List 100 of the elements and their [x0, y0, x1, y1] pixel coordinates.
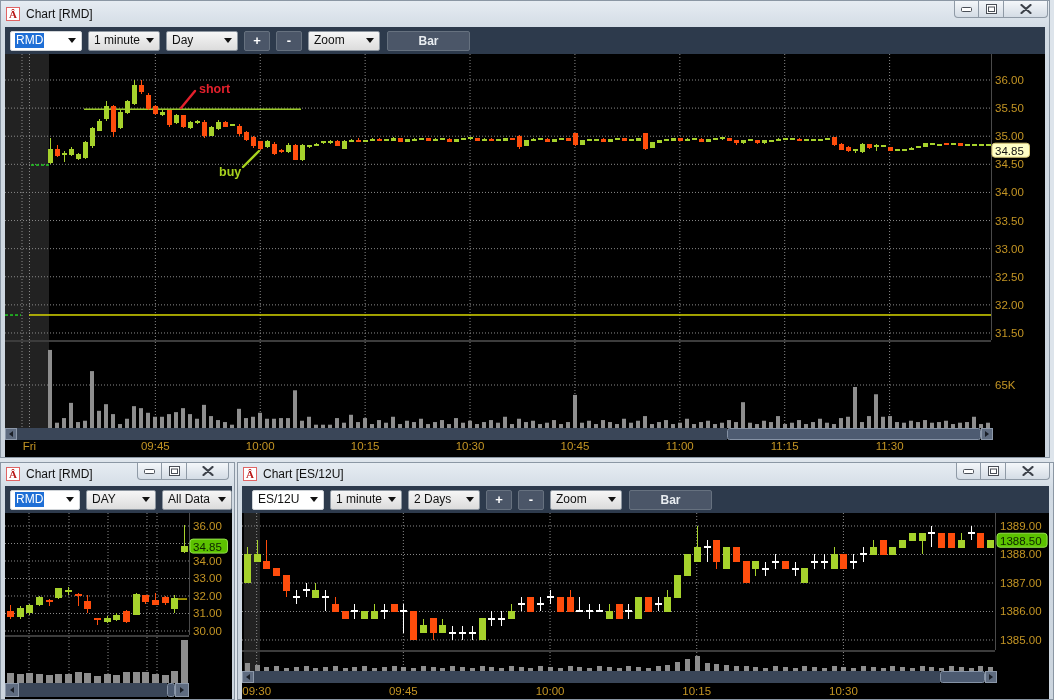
bar	[608, 422, 612, 428]
candle	[65, 587, 72, 595]
bar	[167, 414, 171, 428]
scroll-right-button[interactable]	[175, 683, 189, 697]
bar	[69, 402, 73, 428]
bar	[496, 422, 500, 428]
toolbar-button[interactable]: +	[244, 30, 270, 51]
price-axis-label: 32.00	[193, 590, 222, 602]
dropdown[interactable]: Zoom	[550, 489, 622, 510]
dropdown[interactable]: DAY	[86, 489, 156, 510]
maximize-button[interactable]	[162, 463, 187, 480]
bar	[279, 418, 283, 428]
maximize-icon	[987, 466, 999, 476]
scrollbar-thumb[interactable]	[167, 683, 175, 697]
symbol-field[interactable]: RMD	[10, 489, 80, 510]
bar	[454, 418, 458, 428]
bar	[524, 422, 528, 428]
bar	[139, 408, 143, 428]
annotation-label: buy	[219, 165, 242, 179]
bar	[398, 424, 402, 428]
time-axis-label: 10:45	[560, 440, 590, 452]
scroll-right-button[interactable]	[981, 428, 993, 440]
bar	[97, 410, 101, 428]
bar	[181, 408, 185, 428]
window-title: Chart [RMD]	[26, 467, 93, 481]
close-button[interactable]	[1004, 1, 1048, 18]
dropdown[interactable]: 2 Days	[408, 489, 480, 510]
bar	[713, 424, 717, 428]
scroll-right-button[interactable]	[985, 671, 997, 683]
price-axis-label: 32.50	[995, 270, 1024, 283]
minimize-icon	[144, 468, 155, 474]
close-button[interactable]	[187, 463, 229, 480]
minimize-button[interactable]	[954, 1, 979, 18]
bar	[349, 414, 353, 428]
bar	[797, 420, 801, 428]
bar	[531, 420, 535, 428]
time-axis-label: 11:15	[770, 440, 799, 452]
chart-style-button[interactable]: Bar	[387, 30, 470, 51]
left-arrow-icon	[10, 687, 14, 693]
time-axis-label: 09:45	[140, 440, 170, 452]
symbol-field[interactable]: ES/12U	[252, 489, 324, 510]
bar	[237, 408, 241, 428]
scroll-left-button[interactable]	[242, 671, 254, 683]
candle	[7, 605, 14, 619]
bar	[76, 422, 80, 428]
bar	[335, 418, 339, 428]
bar	[867, 416, 871, 428]
toolbar-button[interactable]: +	[486, 489, 512, 510]
symbol-field[interactable]: RMD	[10, 30, 82, 51]
scroll-left-button[interactable]	[5, 683, 19, 697]
bar	[965, 422, 969, 428]
left-arrow-icon	[246, 674, 250, 680]
window-title: Chart [RMD]	[26, 7, 93, 21]
scrollbar-thumb[interactable]	[727, 428, 981, 440]
time-axis-label: 10:00	[245, 440, 275, 452]
dropdown[interactable]: 1 minute	[330, 489, 402, 510]
bar	[223, 422, 227, 428]
volume-bar	[113, 675, 120, 683]
toolbar-button[interactable]: -	[518, 489, 544, 510]
caret-icon	[608, 497, 616, 502]
bar	[55, 422, 59, 428]
scrollbar-thumb[interactable]	[940, 671, 985, 683]
time-axis-label: 10:00	[535, 685, 565, 697]
bar	[377, 420, 381, 428]
chart-style-button[interactable]: Bar	[629, 489, 712, 510]
window-title: Chart [ES/12U]	[263, 467, 344, 481]
toolbar-button[interactable]: -	[276, 30, 302, 51]
dropdown[interactable]: Day	[166, 30, 238, 51]
dropdown[interactable]: All Data	[162, 489, 232, 510]
bar	[657, 422, 661, 428]
candle	[26, 604, 33, 615]
bar	[678, 422, 682, 428]
minimize-button[interactable]	[137, 463, 162, 480]
dropdown[interactable]: Zoom	[308, 30, 380, 51]
maximize-button[interactable]	[979, 1, 1004, 18]
price-axis-label: 34.00	[193, 555, 222, 567]
price-axis-label: 36.00	[995, 74, 1024, 86]
bar	[944, 420, 948, 428]
candle	[113, 613, 120, 621]
bar	[391, 416, 395, 428]
caret-icon	[310, 497, 318, 502]
bar	[174, 412, 178, 428]
price-axis-label: 1389.00	[1000, 520, 1042, 532]
bar	[118, 424, 122, 428]
dropdown[interactable]: 1 minute	[88, 30, 160, 51]
candle	[123, 610, 130, 623]
price-axis-label: 1387.00	[1000, 577, 1042, 589]
close-button[interactable]	[1006, 463, 1050, 480]
scroll-left-button[interactable]	[5, 428, 17, 440]
price-axis-label: 31.50	[995, 326, 1024, 339]
minimize-button[interactable]	[956, 463, 981, 480]
candlestick	[400, 604, 407, 633]
volume-bar	[162, 675, 169, 683]
bar	[321, 424, 325, 428]
bar	[734, 422, 738, 428]
bar	[405, 420, 409, 428]
price-axis-label: 1388.00	[1000, 548, 1042, 561]
maximize-button[interactable]	[981, 463, 1006, 480]
bar	[370, 424, 374, 428]
volume-bar	[26, 673, 33, 683]
